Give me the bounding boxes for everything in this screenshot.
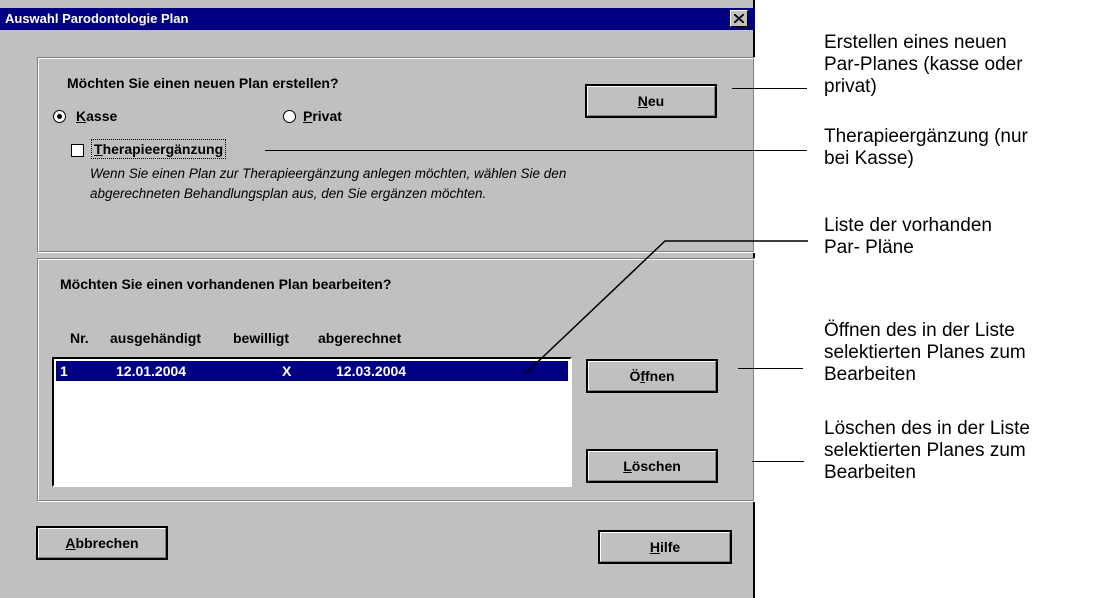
leader-line-open [738, 368, 803, 369]
column-header-abgerechnet: abgerechnet [318, 330, 402, 346]
radio-kasse[interactable] [53, 110, 66, 123]
hint-text-line2: abgerechneten Behandlungsplan aus, den S… [90, 186, 487, 201]
leader-line-therapie [265, 150, 807, 151]
annotation-new: Erstellen eines neuen Par-Planes (kasse o… [824, 32, 1023, 97]
annotation-delete: Löschen des in der Liste selektierten Pla… [824, 418, 1030, 483]
column-header-nr: Nr. [70, 330, 89, 346]
annotation-therapie: Therapieergänzung (nur bei Kasse) [824, 126, 1028, 169]
cell-bewilligt: X [282, 363, 292, 379]
new-button[interactable]: Neu [585, 84, 717, 118]
table-row[interactable]: 1 12.01.2004 X 12.03.2004 [56, 361, 568, 381]
close-button[interactable] [730, 10, 748, 27]
radio-privat[interactable] [283, 110, 296, 123]
dialog-title: Auswahl Parodontologie Plan [5, 11, 189, 26]
cell-abgerechnet: 12.03.2004 [336, 363, 407, 379]
cell-nr: 1 [60, 363, 68, 379]
plan-list[interactable]: 1 12.01.2004 X 12.03.2004 [52, 357, 572, 487]
new-plan-question: Möchten Sie einen neuen Plan erstellen? [67, 75, 339, 91]
annotation-open: Öffnen des in der Liste selektierten Plan… [824, 320, 1026, 385]
therapieergaenzung-checkbox[interactable] [71, 144, 84, 157]
title-bar: Auswahl Parodontologie Plan [0, 8, 755, 30]
leader-line-list [524, 240, 808, 375]
radio-kasse-label: Kasse [76, 108, 118, 124]
hint-text-line1: Wenn Sie einen Plan zur Therapieergänzun… [90, 166, 567, 181]
delete-button[interactable]: Löschen [586, 449, 718, 483]
radio-selected-dot [57, 114, 62, 119]
cancel-button[interactable]: Abbrechen [36, 526, 168, 560]
leader-line-delete [752, 461, 804, 462]
column-header-ausgehaendigt: ausgehändigt [110, 330, 202, 346]
column-header-bewilligt: bewilligt [233, 330, 289, 346]
leader-line-new [732, 88, 807, 89]
cell-ausgehaendigt: 12.01.2004 [116, 363, 187, 379]
therapieergaenzung-label[interactable]: Therapieergänzung [91, 139, 227, 159]
radio-privat-label: Privat [303, 108, 342, 124]
help-button[interactable]: Hilfe [598, 530, 732, 564]
existing-plan-question: Möchten Sie einen vorhandenen Plan bearb… [60, 276, 392, 292]
annotation-list: Liste der vorhanden Par- Pläne [824, 215, 992, 258]
close-icon [734, 14, 744, 23]
